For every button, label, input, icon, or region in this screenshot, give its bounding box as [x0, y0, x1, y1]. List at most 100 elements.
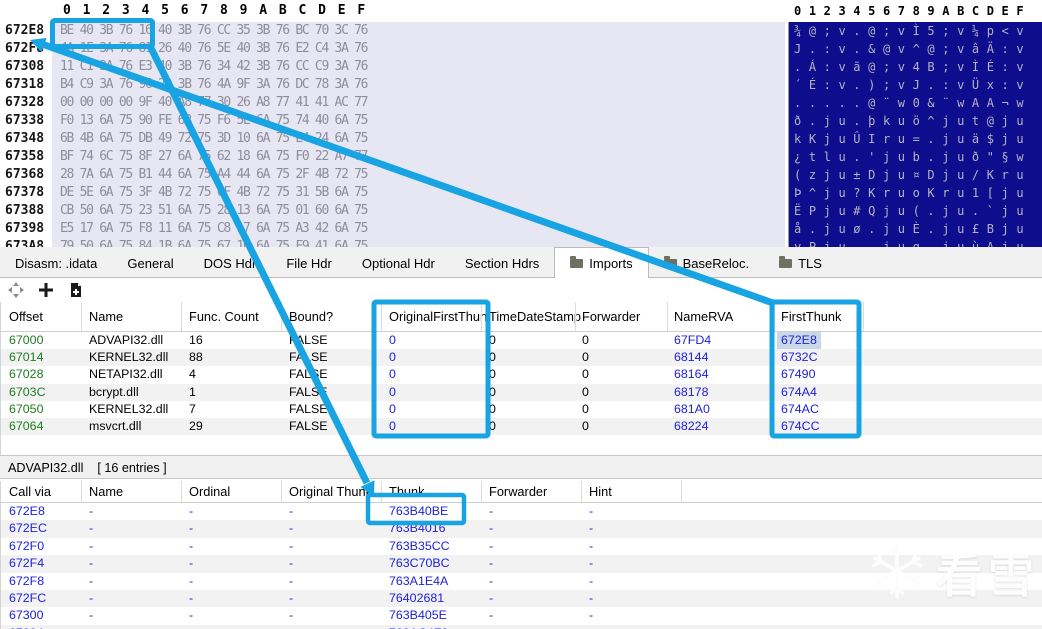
cell-forwarder[interactable]: - [489, 573, 493, 590]
hex-row-chars[interactable]: Þ^ju?KruoKru1[ju [794, 184, 1031, 202]
cell-name-rva[interactable]: 681A0 [674, 401, 710, 418]
thunk-row[interactable]: 672F4 - - - 763C70BC - - [1, 555, 1042, 573]
import-dll-row[interactable]: 67050 KERNEL32.dll 7 FALSE 0 0 0 681A0 6… [1, 401, 1042, 418]
cell-name-rva[interactable]: 68164 [674, 366, 708, 383]
cell-func-count[interactable]: 29 [189, 418, 203, 435]
cell-bound[interactable]: FALSE [289, 366, 328, 383]
column-header-forwarder[interactable]: Forwarder [582, 309, 640, 324]
cell-ordinal[interactable]: - [189, 573, 193, 590]
cell-time-date-stamp[interactable]: 0 [489, 418, 496, 435]
hex-row-bytes[interactable]: 4A 1E 3A 76 81 26 40 76 5E 40 3B 76 E2 C… [60, 40, 369, 58]
cell-dll-name[interactable]: msvcrt.dll [89, 418, 141, 435]
column-header-hint[interactable]: Hint [589, 484, 612, 499]
cell-thunk[interactable]: 763C70BC [389, 555, 450, 572]
cell-func-count[interactable]: 16 [189, 332, 203, 349]
import-dll-row[interactable]: 67064 msvcrt.dll 29 FALSE 0 0 0 68224 67… [1, 417, 1042, 436]
cell-time-date-stamp[interactable]: 0 [489, 384, 496, 401]
cell-name-rva[interactable]: 67FD4 [674, 332, 711, 349]
hex-row-chars[interactable]: ËPju#Qju(.ju.`ju [794, 202, 1031, 220]
cell-bound[interactable]: FALSE [289, 384, 328, 401]
cell-offset[interactable]: 67000 [9, 332, 43, 349]
cell-func-count[interactable]: 4 [189, 366, 196, 383]
cell-forwarder[interactable]: - [489, 625, 493, 629]
tab-general[interactable]: General [112, 250, 188, 277]
cell-forwarder[interactable]: - [489, 555, 493, 572]
cell-ordinal[interactable]: - [189, 590, 193, 607]
cell-dll-name[interactable]: NETAPI32.dll [89, 366, 162, 383]
hex-row-bytes[interactable]: 28 7A 6A 75 B1 44 6A 75 A4 44 6A 75 2F 4… [60, 166, 369, 184]
cell-offset[interactable]: 67064 [9, 418, 43, 435]
cell-first-thunk[interactable]: 67490 [781, 366, 815, 383]
cell-forwarder[interactable]: 0 [582, 401, 589, 418]
hex-row-bytes[interactable]: 00 00 00 00 9F 40 A8 77 30 26 A8 77 41 4… [60, 94, 369, 112]
cell-first-thunk[interactable]: 674CC [781, 418, 820, 435]
cell-call-via[interactable]: 672F4 [9, 555, 44, 572]
thunk-row[interactable]: 67300 - - - 763B405E - - [1, 607, 1042, 624]
cell-call-via[interactable]: 672FC [9, 590, 46, 607]
cell-thunk[interactable]: 763B405E [389, 607, 447, 624]
hex-row-bytes[interactable]: 6B 4B 6A 75 DB 49 72 75 3D 10 6A 75 E4 2… [60, 130, 369, 148]
cell-original-first-thunk[interactable]: 0 [389, 349, 396, 366]
hex-row-chars[interactable]: ´É:v.);vJ.:vÜx:v [794, 76, 1031, 94]
cell-original-thunk[interactable]: - [289, 607, 293, 624]
cell-ordinal[interactable]: - [189, 607, 193, 624]
cell-thunk[interactable]: 76402681 [389, 590, 444, 607]
cell-dll-name[interactable]: KERNEL32.dll [89, 401, 168, 418]
cell-dll-name[interactable]: bcrypt.dll [89, 384, 139, 401]
hex-row-chars[interactable]: .Á:vã@;v4B;vÌÉ:v [794, 58, 1031, 76]
cell-call-via[interactable]: 672EC [9, 520, 47, 537]
cell-ordinal[interactable]: - [189, 503, 193, 520]
cell-ordinal[interactable]: - [189, 625, 193, 629]
column-header-name[interactable]: Name [89, 484, 123, 499]
cell-func-count[interactable]: 7 [189, 401, 196, 418]
column-header-call-via[interactable]: Call via [9, 484, 51, 499]
cell-time-date-stamp[interactable]: 0 [489, 401, 496, 418]
cell-original-thunk[interactable]: - [289, 520, 293, 537]
cell-original-first-thunk[interactable]: 0 [389, 401, 396, 418]
hex-row-bytes[interactable]: BF 74 6C 75 8F 27 6A 75 62 18 6A 75 F0 2… [60, 148, 369, 166]
thunk-row[interactable]: 67304 - - - 763AC4F3 - - [1, 624, 1042, 629]
import-dll-row[interactable]: 67028 NETAPI32.dll 4 FALSE 0 0 0 68164 6… [1, 366, 1042, 383]
cell-original-thunk[interactable]: - [289, 555, 293, 572]
import-dll-row[interactable]: 6703C bcrypt.dll 1 FALSE 0 0 0 68178 674… [1, 383, 1042, 401]
hex-row-chars[interactable]: å.juø.juÈ.ju£Bju [794, 220, 1031, 238]
cell-hint[interactable]: - [589, 555, 593, 572]
cell-hint[interactable]: - [589, 503, 593, 520]
hex-row-bytes[interactable]: E5 17 6A 75 F8 11 6A 75 C8 17 6A 75 A3 4… [60, 220, 369, 238]
cell-time-date-stamp[interactable]: 0 [489, 366, 496, 383]
tab-dos-hdr[interactable]: DOS Hdr [189, 250, 272, 277]
thunk-row[interactable]: 672F8 - - - 763A1E4A - - [1, 573, 1042, 590]
column-header-original-thunk[interactable]: Original Thunk [289, 484, 372, 499]
cell-time-date-stamp[interactable]: 0 [489, 349, 496, 366]
cell-original-thunk[interactable]: - [289, 573, 293, 590]
cell-original-first-thunk[interactable]: 0 [389, 418, 396, 435]
cell-thunk[interactable]: 763AC4F3 [389, 625, 448, 629]
cell-func-count[interactable]: 88 [189, 349, 203, 366]
cell-call-via[interactable]: 67300 [9, 607, 43, 624]
cell-original-first-thunk[interactable]: 0 [389, 366, 396, 383]
add-icon[interactable] [38, 282, 54, 298]
cell-bound[interactable]: FALSE [289, 418, 328, 435]
cell-ordinal[interactable]: - [189, 555, 193, 572]
column-header-forwarder[interactable]: Forwarder [489, 484, 547, 499]
hex-row-chars[interactable]: ¿tlu.'jub.juð"§w [794, 148, 1031, 166]
add-import-file-icon[interactable] [68, 282, 84, 298]
cell-original-thunk[interactable]: - [289, 538, 293, 555]
hex-row-chars[interactable]: (zju±Dju¤Dju/Kru [794, 166, 1031, 184]
cell-original-thunk[interactable]: - [289, 590, 293, 607]
hex-row-bytes[interactable]: CB 50 6A 75 23 51 6A 75 28 13 6A 75 01 6… [60, 202, 369, 220]
column-header-ordinal[interactable]: Ordinal [189, 484, 230, 499]
cell-call-via[interactable]: 67304 [9, 625, 43, 629]
cell-name[interactable]: - [89, 607, 93, 624]
cell-ordinal[interactable]: - [189, 520, 193, 537]
hex-row-bytes[interactable]: B4 C9 3A 76 96 29 3B 76 4A 9F 3A 76 DC 7… [60, 76, 369, 94]
import-dll-row[interactable]: 67014 KERNEL32.dll 88 FALSE 0 0 0 68144 … [1, 349, 1042, 367]
cell-call-via[interactable]: 672E8 [9, 503, 45, 520]
cell-forwarder[interactable]: 0 [582, 332, 589, 349]
cell-hint[interactable]: - [589, 573, 593, 590]
tab-optional-hdr[interactable]: Optional Hdr [347, 250, 450, 277]
cell-call-via[interactable]: 672F0 [9, 538, 44, 555]
cell-func-count[interactable]: 1 [189, 384, 196, 401]
cell-forwarder[interactable]: - [489, 520, 493, 537]
column-header-thunk[interactable]: Thunk [389, 484, 425, 499]
